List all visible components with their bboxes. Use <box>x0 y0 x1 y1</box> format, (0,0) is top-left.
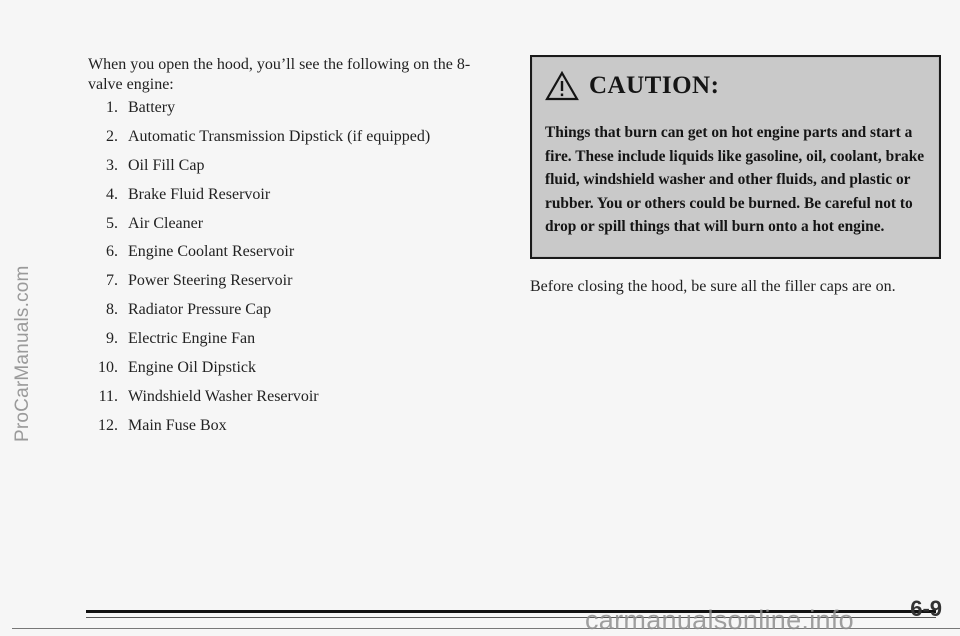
page-number: 6-9 <box>910 596 942 621</box>
item-number: 8. <box>106 301 118 319</box>
list-item: 7. Power Steering Reservoir <box>88 271 430 300</box>
item-number: 7. <box>106 272 118 290</box>
warning-triangle-icon <box>545 71 579 101</box>
item-label: Automatic Transmission Dipstick (if equi… <box>128 127 431 145</box>
item-number: 4. <box>106 185 118 203</box>
item-label: Air Cleaner <box>128 214 204 232</box>
item-number: 2. <box>106 127 118 145</box>
bottom-watermark: carmanualsonline.info <box>585 605 854 635</box>
list-item: 1. Battery <box>88 98 430 127</box>
caution-text: Things that burn can get on hot engine p… <box>545 124 925 235</box>
item-number: 9. <box>106 330 118 348</box>
caution-header: CAUTION: <box>545 71 719 101</box>
list-item: 11. Windshield Washer Reservoir <box>88 387 430 416</box>
item-label: Battery <box>128 99 176 116</box>
item-number: 10. <box>98 359 118 377</box>
item-label: Brake Fluid Reservoir <box>128 185 271 203</box>
item-number: 11. <box>98 387 118 405</box>
item-number: 3. <box>106 156 118 174</box>
list-item: 12. Main Fuse Box <box>88 416 430 445</box>
side-watermark: ProCarManuals.com <box>12 265 33 442</box>
caution-title: CAUTION: <box>589 72 720 99</box>
item-number: 6. <box>106 243 118 261</box>
item-number: 5. <box>106 214 118 232</box>
engine-component-list: 1. Battery 2. Automatic Transmission Dip… <box>88 98 430 445</box>
item-label: Engine Coolant Reservoir <box>128 243 295 261</box>
item-label: Radiator Pressure Cap <box>128 301 272 319</box>
item-label: Power Steering Reservoir <box>128 272 293 290</box>
list-item: 5. Air Cleaner <box>88 214 430 243</box>
list-item: 3. Oil Fill Cap <box>88 156 430 185</box>
item-number: 12. <box>98 416 118 434</box>
list-item: 4. Brake Fluid Reservoir <box>88 185 430 214</box>
intro-paragraph: When you open the hood, you’ll see the f… <box>88 56 471 93</box>
item-label: Engine Oil Dipstick <box>128 359 256 377</box>
item-label: Electric Engine Fan <box>128 330 256 348</box>
caution-box: CAUTION: Things that burn can get on hot… <box>530 55 941 259</box>
list-item: 6. Engine Coolant Reservoir <box>88 242 430 271</box>
list-item: 8. Radiator Pressure Cap <box>88 300 430 329</box>
list-item: 2. Automatic Transmission Dipstick (if e… <box>88 127 430 156</box>
list-item: 9. Electric Engine Fan <box>88 329 430 358</box>
item-number: 1. <box>106 99 118 116</box>
list-item: 10. Engine Oil Dipstick <box>88 358 430 387</box>
item-label: Windshield Washer Reservoir <box>128 387 319 405</box>
closing-note: Before closing the hood, be sure all the… <box>530 278 896 295</box>
item-label: Main Fuse Box <box>128 416 227 434</box>
item-label: Oil Fill Cap <box>128 156 205 174</box>
